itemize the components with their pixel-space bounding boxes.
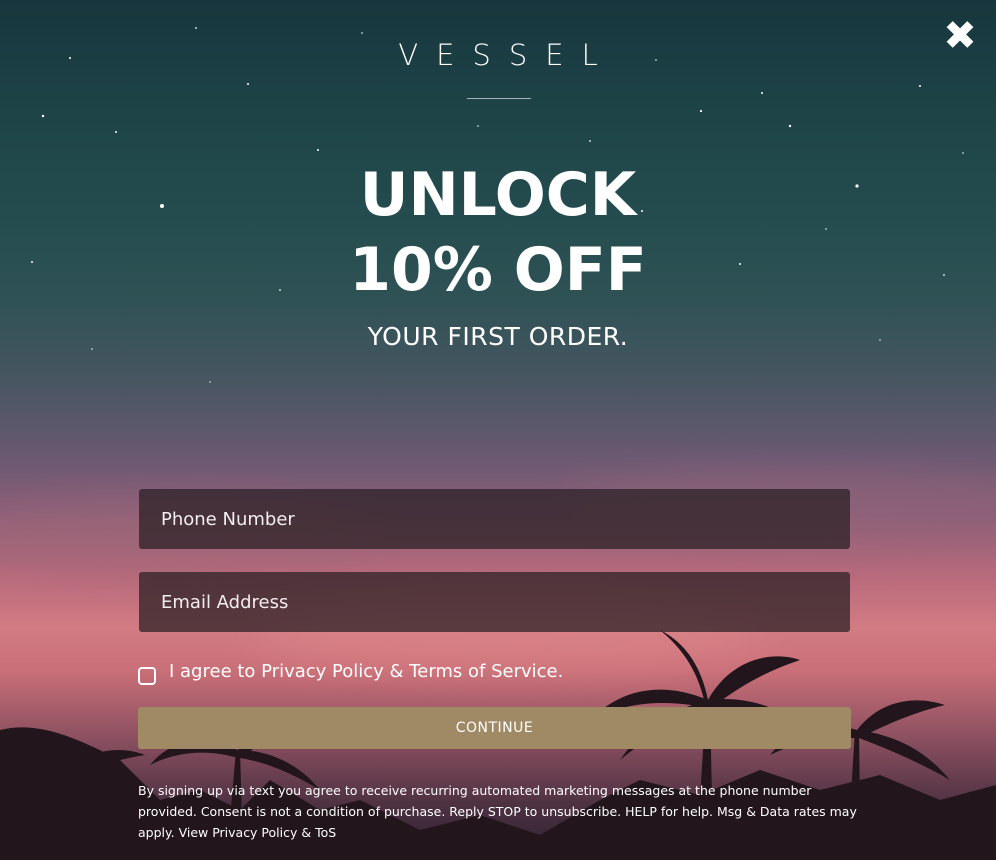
signup-popup: ✖ VESSEL UNLOCK 10% OFF YOUR FIRST ORDER… — [0, 0, 996, 860]
phone-number-input[interactable] — [139, 489, 850, 549]
continue-button[interactable]: CONTINUE — [138, 707, 851, 749]
agree-label[interactable]: I agree to Privacy Policy & Terms of Ser… — [169, 661, 563, 682]
agree-row: I agree to Privacy Policy & Terms of Ser… — [138, 655, 563, 687]
continue-label: CONTINUE — [455, 720, 534, 736]
brand-logo: VESSEL — [398, 38, 616, 72]
sms-disclaimer: By signing up via text you agree to rece… — [138, 783, 857, 840]
logo-divider — [467, 98, 531, 99]
subheadline: YOUR FIRST ORDER. — [367, 322, 629, 351]
email-address-input[interactable] — [139, 572, 850, 632]
agree-checkbox[interactable] — [138, 667, 156, 685]
headline-line-1: UNLOCK — [359, 160, 637, 230]
headline-line-2: 10% OFF — [349, 235, 647, 305]
